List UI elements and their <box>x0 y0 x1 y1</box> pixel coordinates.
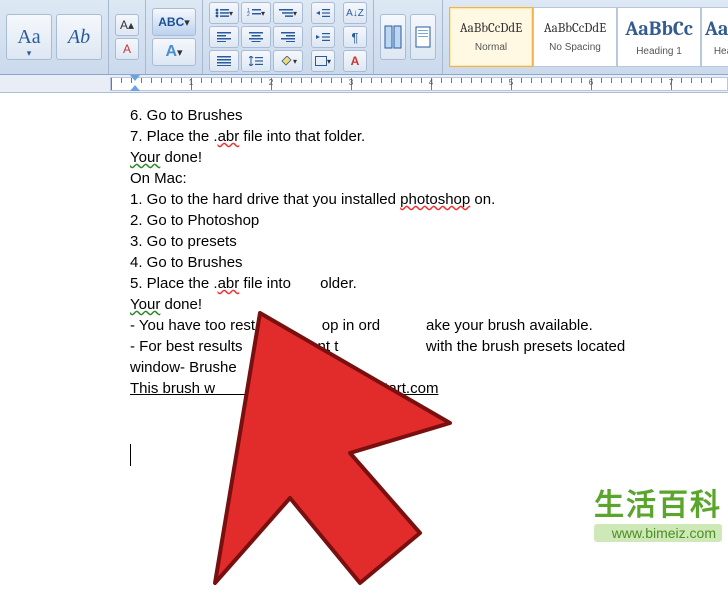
text-cursor <box>130 444 131 466</box>
style-heading-2-partial[interactable]: AaB Hea <box>701 7 728 67</box>
outdent-icon <box>316 8 330 18</box>
text-highlight-group: ABC▾ A▾ <box>146 0 203 74</box>
style-heading-1[interactable]: AaBbCc Heading 1 <box>617 7 701 67</box>
bullets-button[interactable]: ▾ <box>209 2 239 24</box>
doc-line: 1. Go to the hard drive that you install… <box>130 189 708 210</box>
style-label: Normal <box>475 42 507 53</box>
watermark-url: www.bimeiz.com <box>594 524 722 542</box>
borders-button[interactable]: ▾ <box>311 50 335 72</box>
increase-indent-button[interactable] <box>311 26 335 48</box>
style-sample: AaBbCcDdE <box>544 21 606 36</box>
doc-line: 5. Place the .abr file into older. <box>130 273 708 294</box>
line-spacing-button[interactable] <box>241 50 271 72</box>
align-center-icon <box>249 32 263 42</box>
text-highlight-button[interactable]: ABC▾ <box>152 8 196 36</box>
multilevel-list-icon <box>279 8 293 18</box>
decrease-indent-button[interactable] <box>311 2 335 24</box>
layout-group <box>374 0 443 74</box>
ribbon: Aa▾ Ab A▴ A ABC▾ A▾ ▾ 12▾ ▾ ▾ <box>0 0 728 75</box>
paragraph-group: ▾ 12▾ ▾ ▾ ▾ A↓Z ¶ A <box>203 0 374 74</box>
doc-line: - For best results nt t with the brush p… <box>130 336 708 357</box>
wordart-label: A <box>165 43 177 61</box>
align-right-button[interactable] <box>273 26 303 48</box>
orientation-button[interactable] <box>410 14 436 60</box>
doc-line: On Mac: <box>130 168 708 189</box>
grow-font-button[interactable]: A▴ <box>115 14 139 36</box>
document-area[interactable]: 6. Go to Brushes 7. Place the .abr file … <box>0 93 728 546</box>
style-sample: AaBbCc <box>625 17 692 40</box>
font-group: Aa▾ Ab <box>0 0 109 74</box>
font-script-label: Ab <box>68 26 90 49</box>
sort-button[interactable]: A↓Z <box>343 2 367 24</box>
indent-marker[interactable] <box>130 75 140 85</box>
change-case-label: Aa <box>17 26 40 49</box>
align-right-icon <box>281 32 295 42</box>
style-label: Hea <box>714 46 728 57</box>
align-left-icon <box>217 32 231 42</box>
columns-icon <box>384 25 402 49</box>
doc-line: 7. Place the .abr file into that folder. <box>130 126 708 147</box>
paint-bucket-icon <box>279 56 293 66</box>
borders-icon <box>315 56 327 66</box>
indent-icon <box>316 32 330 42</box>
clear-format-button[interactable]: A <box>115 38 139 60</box>
font-script-button[interactable]: Ab <box>56 14 102 60</box>
style-sample: AaBbCcDdE <box>460 21 522 36</box>
watermark-cn: 生活百科 <box>594 480 722 524</box>
change-case-button[interactable]: Aa▾ <box>6 14 52 60</box>
doc-line: Your done! <box>130 147 708 168</box>
ruler-track: 1234567 <box>110 77 728 91</box>
text-highlight-label: ABC <box>158 15 184 29</box>
styles-gallery: AaBbCcDdE Normal AaBbCcDdE No Spacing Aa… <box>443 0 728 74</box>
font-color-small-button[interactable]: A <box>343 50 367 72</box>
doc-line: 4. Go to Brushes <box>130 252 708 273</box>
numbering-button[interactable]: 12▾ <box>241 2 271 24</box>
show-marks-button[interactable]: ¶ <box>343 26 367 48</box>
style-label: No Spacing <box>549 42 601 53</box>
numbered-list-icon: 12 <box>247 8 261 18</box>
style-sample: AaB <box>705 17 728 40</box>
font-effects-group: A▴ A <box>109 0 146 74</box>
line-spacing-icon <box>249 56 263 66</box>
style-label: Heading 1 <box>636 46 682 57</box>
doc-line: window- Brushe <box>130 357 708 378</box>
document-page: 6. Go to Brushes 7. Place the .abr file … <box>0 93 728 399</box>
font-color-button[interactable]: A▾ <box>152 38 196 66</box>
style-normal[interactable]: AaBbCcDdE Normal <box>449 7 533 67</box>
doc-line: 6. Go to Brushes <box>130 105 708 126</box>
doc-line: 2. Go to Photoshop <box>130 210 708 231</box>
style-no-spacing[interactable]: AaBbCcDdE No Spacing <box>533 7 617 67</box>
page-icon <box>414 25 432 49</box>
justify-button[interactable] <box>209 50 239 72</box>
columns-button[interactable] <box>380 14 406 60</box>
doc-line: 3. Go to presets <box>130 231 708 252</box>
align-left-button[interactable] <box>209 26 239 48</box>
doc-line: - You have too resta op in ord ake your … <box>130 315 708 336</box>
shading-button[interactable]: ▾ <box>273 50 303 72</box>
doc-line: Your done! <box>130 294 708 315</box>
horizontal-ruler[interactable]: 1234567 <box>0 75 728 93</box>
clear-fmt-label: A <box>123 42 131 56</box>
watermark: 生活百科 www.bimeiz.com <box>594 480 722 542</box>
justify-icon <box>217 56 231 66</box>
align-center-button[interactable] <box>241 26 271 48</box>
doc-line: This brush w deviantart.com <box>130 378 708 399</box>
bullet-list-icon <box>215 8 229 18</box>
multilevel-button[interactable]: ▾ <box>273 2 303 24</box>
svg-text:2: 2 <box>247 12 250 18</box>
